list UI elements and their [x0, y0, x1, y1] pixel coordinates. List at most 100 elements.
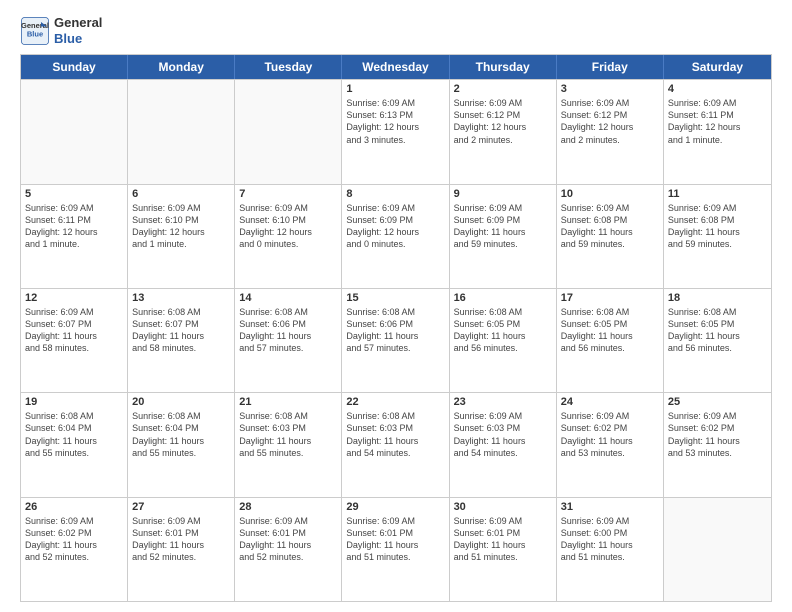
- calendar-cell: 30 Sunrise: 6:09 AM Sunset: 6:01 PM Dayli…: [450, 498, 557, 601]
- cell-info: Sunrise: 6:09 AM Sunset: 6:10 PM Dayligh…: [239, 202, 337, 251]
- calendar-cell: 10 Sunrise: 6:09 AM Sunset: 6:08 PM Dayli…: [557, 185, 664, 288]
- cell-info: Sunrise: 6:09 AM Sunset: 6:00 PM Dayligh…: [561, 515, 659, 564]
- calendar-cell: 7 Sunrise: 6:09 AM Sunset: 6:10 PM Daylig…: [235, 185, 342, 288]
- cell-info: Sunrise: 6:08 AM Sunset: 6:05 PM Dayligh…: [561, 306, 659, 355]
- cell-info: Sunrise: 6:08 AM Sunset: 6:03 PM Dayligh…: [239, 410, 337, 459]
- calendar-cell: 12 Sunrise: 6:09 AM Sunset: 6:07 PM Dayli…: [21, 289, 128, 392]
- cell-info: Sunrise: 6:08 AM Sunset: 6:06 PM Dayligh…: [346, 306, 444, 355]
- cell-info: Sunrise: 6:09 AM Sunset: 6:02 PM Dayligh…: [668, 410, 767, 459]
- cell-day-number: 15: [346, 292, 444, 304]
- calendar-cell: [235, 80, 342, 183]
- calendar-cell: 3Sunrise: 6:09 AM Sunset: 6:12 PM Daylig…: [557, 80, 664, 183]
- cell-day-number: 21: [239, 396, 337, 408]
- calendar-cell: 27Sunrise: 6:09 AM Sunset: 6:01 PM Dayli…: [128, 498, 235, 601]
- calendar-cell: 17 Sunrise: 6:08 AM Sunset: 6:05 PM Dayli…: [557, 289, 664, 392]
- cell-day-number: 24: [561, 396, 659, 408]
- calendar-cell: 5 Sunrise: 6:09 AM Sunset: 6:11 PM Daylig…: [21, 185, 128, 288]
- cell-info: Sunrise: 6:08 AM Sunset: 6:05 PM Dayligh…: [668, 306, 767, 355]
- calendar-cell: 31 Sunrise: 6:09 AM Sunset: 6:00 PM Dayli…: [557, 498, 664, 601]
- cell-day-number: 2: [454, 83, 552, 95]
- calendar-cell: 8Sunrise: 6:09 AM Sunset: 6:09 PM Daylig…: [342, 185, 449, 288]
- cell-day-number: 11: [668, 188, 767, 200]
- calendar-cell: 25 Sunrise: 6:09 AM Sunset: 6:02 PM Dayli…: [664, 393, 771, 496]
- cell-info: Sunrise: 6:09 AM Sunset: 6:07 PM Dayligh…: [25, 306, 123, 355]
- cell-day-number: 6: [132, 188, 230, 200]
- calendar-cell: 15 Sunrise: 6:08 AM Sunset: 6:06 PM Dayli…: [342, 289, 449, 392]
- calendar: SundayMondayTuesdayWednesdayThursdayFrid…: [20, 54, 772, 602]
- cell-info: Sunrise: 6:09 AM Sunset: 6:10 PM Dayligh…: [132, 202, 230, 251]
- cell-info: Sunrise: 6:09 AM Sunset: 6:01 PM Dayligh…: [239, 515, 337, 564]
- cell-info: Sunrise: 6:09 AM Sunset: 6:08 PM Dayligh…: [668, 202, 767, 251]
- cell-day-number: 10: [561, 188, 659, 200]
- logo-icon: General Blue: [20, 16, 50, 46]
- calendar-cell: 4 Sunrise: 6:09 AM Sunset: 6:11 PM Daylig…: [664, 80, 771, 183]
- cell-day-number: 30: [454, 501, 552, 513]
- weekday-header-thursday: Thursday: [450, 55, 557, 79]
- cell-info: Sunrise: 6:08 AM Sunset: 6:05 PM Dayligh…: [454, 306, 552, 355]
- calendar-row-5: 26 Sunrise: 6:09 AM Sunset: 6:02 PM Dayli…: [21, 497, 771, 601]
- cell-day-number: 8: [346, 188, 444, 200]
- weekday-header-monday: Monday: [128, 55, 235, 79]
- calendar-row-4: 19 Sunrise: 6:08 AM Sunset: 6:04 PM Dayli…: [21, 392, 771, 496]
- calendar-row-1: 1Sunrise: 6:09 AM Sunset: 6:13 PM Daylig…: [21, 79, 771, 183]
- calendar-cell: 19 Sunrise: 6:08 AM Sunset: 6:04 PM Dayli…: [21, 393, 128, 496]
- svg-text:Blue: Blue: [27, 29, 43, 38]
- cell-info: Sunrise: 6:09 AM Sunset: 6:01 PM Dayligh…: [132, 515, 230, 564]
- calendar-row-3: 12 Sunrise: 6:09 AM Sunset: 6:07 PM Dayli…: [21, 288, 771, 392]
- cell-info: Sunrise: 6:09 AM Sunset: 6:13 PM Dayligh…: [346, 97, 444, 146]
- cell-day-number: 4: [668, 83, 767, 95]
- calendar-cell: 20 Sunrise: 6:08 AM Sunset: 6:04 PM Dayli…: [128, 393, 235, 496]
- cell-day-number: 5: [25, 188, 123, 200]
- calendar-cell: [128, 80, 235, 183]
- cell-info: Sunrise: 6:09 AM Sunset: 6:11 PM Dayligh…: [25, 202, 123, 251]
- cell-info: Sunrise: 6:08 AM Sunset: 6:04 PM Dayligh…: [132, 410, 230, 459]
- cell-day-number: 22: [346, 396, 444, 408]
- cell-day-number: 13: [132, 292, 230, 304]
- cell-info: Sunrise: 6:08 AM Sunset: 6:06 PM Dayligh…: [239, 306, 337, 355]
- calendar-body: 1Sunrise: 6:09 AM Sunset: 6:13 PM Daylig…: [21, 79, 771, 601]
- cell-info: Sunrise: 6:09 AM Sunset: 6:12 PM Dayligh…: [454, 97, 552, 146]
- weekday-header-sunday: Sunday: [21, 55, 128, 79]
- calendar-cell: 13 Sunrise: 6:08 AM Sunset: 6:07 PM Dayli…: [128, 289, 235, 392]
- calendar-cell: 2 Sunrise: 6:09 AM Sunset: 6:12 PM Daylig…: [450, 80, 557, 183]
- cell-day-number: 14: [239, 292, 337, 304]
- cell-day-number: 31: [561, 501, 659, 513]
- cell-info: Sunrise: 6:09 AM Sunset: 6:01 PM Dayligh…: [346, 515, 444, 564]
- cell-info: Sunrise: 6:09 AM Sunset: 6:02 PM Dayligh…: [25, 515, 123, 564]
- cell-day-number: 7: [239, 188, 337, 200]
- calendar-cell: 26 Sunrise: 6:09 AM Sunset: 6:02 PM Dayli…: [21, 498, 128, 601]
- cell-info: Sunrise: 6:08 AM Sunset: 6:07 PM Dayligh…: [132, 306, 230, 355]
- cell-day-number: 9: [454, 188, 552, 200]
- calendar-cell: 11 Sunrise: 6:09 AM Sunset: 6:08 PM Dayli…: [664, 185, 771, 288]
- cell-info: Sunrise: 6:09 AM Sunset: 6:08 PM Dayligh…: [561, 202, 659, 251]
- calendar-cell: 24 Sunrise: 6:09 AM Sunset: 6:02 PM Dayli…: [557, 393, 664, 496]
- calendar-cell: 9Sunrise: 6:09 AM Sunset: 6:09 PM Daylig…: [450, 185, 557, 288]
- calendar-cell: 14 Sunrise: 6:08 AM Sunset: 6:06 PM Dayli…: [235, 289, 342, 392]
- weekday-header-saturday: Saturday: [664, 55, 771, 79]
- calendar-header: SundayMondayTuesdayWednesdayThursdayFrid…: [21, 55, 771, 79]
- cell-info: Sunrise: 6:08 AM Sunset: 6:04 PM Dayligh…: [25, 410, 123, 459]
- cell-info: Sunrise: 6:09 AM Sunset: 6:03 PM Dayligh…: [454, 410, 552, 459]
- cell-day-number: 26: [25, 501, 123, 513]
- cell-day-number: 17: [561, 292, 659, 304]
- cell-day-number: 18: [668, 292, 767, 304]
- cell-day-number: 23: [454, 396, 552, 408]
- cell-info: Sunrise: 6:09 AM Sunset: 6:11 PM Dayligh…: [668, 97, 767, 146]
- calendar-cell: 28Sunrise: 6:09 AM Sunset: 6:01 PM Dayli…: [235, 498, 342, 601]
- cell-info: Sunrise: 6:09 AM Sunset: 6:02 PM Dayligh…: [561, 410, 659, 459]
- cell-info: Sunrise: 6:09 AM Sunset: 6:01 PM Dayligh…: [454, 515, 552, 564]
- calendar-cell: 16 Sunrise: 6:08 AM Sunset: 6:05 PM Dayli…: [450, 289, 557, 392]
- calendar-cell: 23 Sunrise: 6:09 AM Sunset: 6:03 PM Dayli…: [450, 393, 557, 496]
- calendar-cell: [664, 498, 771, 601]
- cell-day-number: 29: [346, 501, 444, 513]
- cell-day-number: 12: [25, 292, 123, 304]
- calendar-row-2: 5 Sunrise: 6:09 AM Sunset: 6:11 PM Daylig…: [21, 184, 771, 288]
- cell-day-number: 16: [454, 292, 552, 304]
- cell-day-number: 20: [132, 396, 230, 408]
- weekday-header-friday: Friday: [557, 55, 664, 79]
- cell-day-number: 3: [561, 83, 659, 95]
- calendar-cell: 1Sunrise: 6:09 AM Sunset: 6:13 PM Daylig…: [342, 80, 449, 183]
- cell-info: Sunrise: 6:08 AM Sunset: 6:03 PM Dayligh…: [346, 410, 444, 459]
- cell-day-number: 25: [668, 396, 767, 408]
- cell-day-number: 19: [25, 396, 123, 408]
